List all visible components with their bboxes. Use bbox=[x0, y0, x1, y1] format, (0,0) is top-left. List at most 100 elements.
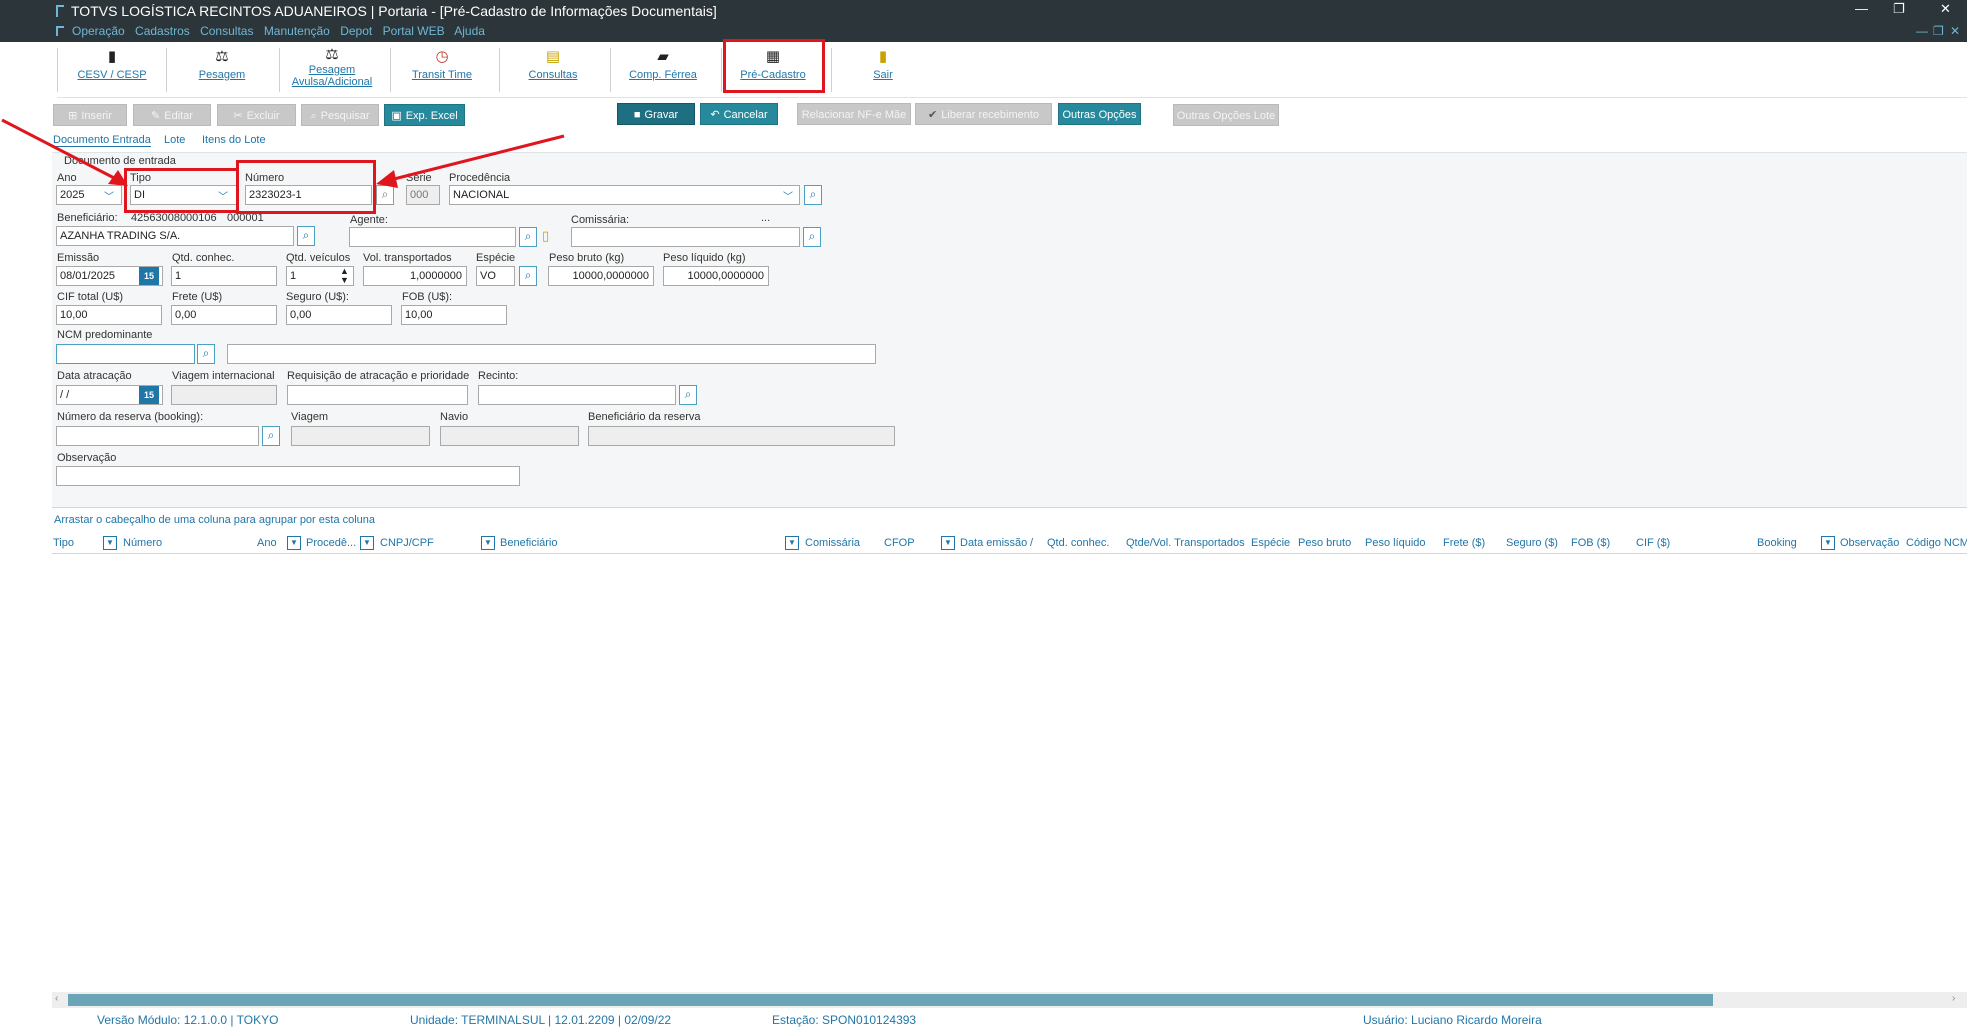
outras-opcoes-lote-button[interactable]: Outras Opções Lote bbox=[1173, 104, 1279, 126]
gravar-button[interactable]: ■ Gravar bbox=[617, 103, 695, 125]
peso-liquido-input[interactable]: 10000,0000000 bbox=[663, 266, 769, 286]
column-header[interactable]: Peso líquido bbox=[1365, 537, 1426, 549]
seguro-input[interactable]: 0,00 bbox=[286, 305, 392, 325]
calendar-icon[interactable]: 15 bbox=[139, 386, 159, 404]
menu-manutencao[interactable]: Manutenção bbox=[264, 24, 330, 38]
menu-portal-web[interactable]: Portal WEB bbox=[383, 24, 445, 38]
peso-bruto-input[interactable]: 10000,0000000 bbox=[548, 266, 654, 286]
scroll-right-icon[interactable]: › bbox=[1952, 993, 1955, 1004]
column-header[interactable]: Código NCM bbox=[1906, 537, 1967, 549]
column-header[interactable]: Número bbox=[123, 537, 162, 549]
outras-opcoes-button[interactable]: Outras Opções bbox=[1058, 103, 1141, 125]
benef-reserva-label: Beneficiário da reserva bbox=[588, 411, 701, 423]
navio-input[interactable] bbox=[440, 426, 579, 446]
menu-ajuda[interactable]: Ajuda bbox=[454, 24, 485, 38]
toolbar-transit-time[interactable]: ◷ Transit Time bbox=[396, 46, 488, 94]
excluir-button[interactable]: ✂ Excluir bbox=[217, 104, 296, 126]
requisicao-input[interactable] bbox=[287, 385, 468, 405]
calendar-icon[interactable]: 15 bbox=[139, 267, 159, 285]
recinto-input[interactable] bbox=[478, 385, 676, 405]
reserva-search-icon[interactable]: ⌕ bbox=[262, 426, 280, 446]
toolbar-comp-ferrea[interactable]: ▰ Comp. Férrea bbox=[615, 46, 711, 94]
editar-button[interactable]: ✎ Editar bbox=[133, 104, 211, 126]
ncm-search-icon[interactable]: ⌕ bbox=[197, 344, 215, 364]
toolbar-consultas[interactable]: ▤ Consultas bbox=[505, 46, 601, 94]
column-header[interactable]: Tipo bbox=[53, 537, 74, 549]
scrollbar-thumb[interactable] bbox=[68, 994, 1713, 1006]
column-header[interactable]: CIF ($) bbox=[1636, 537, 1670, 549]
filter-dropdown-icon[interactable]: ▼ bbox=[103, 536, 117, 550]
liberar-recebimento-button[interactable]: ✔ Liberar recebimento bbox=[915, 103, 1052, 125]
mdi-minimize-button[interactable]: — bbox=[1916, 24, 1928, 38]
menu-consultas[interactable]: Consultas bbox=[200, 24, 253, 38]
toolbar-pesagem[interactable]: ⚖ Pesagem bbox=[172, 46, 272, 94]
column-header[interactable]: Procedê... bbox=[306, 537, 356, 549]
close-button[interactable]: ✕ bbox=[1940, 1, 1951, 17]
pesquisar-button[interactable]: ⌕ Pesquisar bbox=[301, 104, 379, 126]
especie-input[interactable]: VO bbox=[476, 266, 515, 286]
viagem-label: Viagem bbox=[291, 411, 329, 423]
column-header[interactable]: Peso bruto bbox=[1298, 537, 1351, 549]
column-header[interactable]: Beneficiário bbox=[500, 537, 557, 549]
minimize-button[interactable]: — bbox=[1855, 1, 1868, 16]
new-document-icon[interactable]: ▯ bbox=[542, 228, 556, 246]
horizontal-scrollbar[interactable]: ‹ › bbox=[52, 992, 1967, 1008]
column-header[interactable]: Seguro ($) bbox=[1506, 537, 1558, 549]
frete-input[interactable]: 0,00 bbox=[171, 305, 277, 325]
restore-button[interactable]: ❐ bbox=[1893, 1, 1905, 17]
column-header[interactable]: FOB ($) bbox=[1571, 537, 1610, 549]
cif-total-input[interactable]: 10,00 bbox=[56, 305, 162, 325]
benef-reserva-input[interactable] bbox=[588, 426, 895, 446]
relacionar-nfe-button[interactable]: Relacionar NF-e Mãe bbox=[797, 103, 911, 125]
viagem-input[interactable] bbox=[291, 426, 430, 446]
filter-dropdown-icon[interactable]: ▼ bbox=[941, 536, 955, 550]
ncm-description-input[interactable] bbox=[227, 344, 876, 364]
column-header[interactable]: Observação bbox=[1840, 537, 1899, 549]
fob-input[interactable]: 10,00 bbox=[401, 305, 507, 325]
cancelar-button[interactable]: ↶ Cancelar bbox=[700, 103, 778, 125]
comissaria-input[interactable] bbox=[571, 227, 800, 247]
especie-search-icon[interactable]: ⌕ bbox=[519, 266, 537, 286]
agente-search-icon[interactable]: ⌕ bbox=[519, 227, 537, 247]
column-header[interactable]: Frete ($) bbox=[1443, 537, 1485, 549]
exp-excel-button[interactable]: ▣ Exp. Excel bbox=[384, 104, 465, 126]
comissaria-search-icon[interactable]: ⌕ bbox=[803, 227, 821, 247]
filter-dropdown-icon[interactable]: ▼ bbox=[360, 536, 374, 550]
agente-input[interactable] bbox=[349, 227, 516, 247]
menu-depot[interactable]: Depot bbox=[340, 24, 372, 38]
qtd-conhec-input[interactable]: 1 bbox=[171, 266, 277, 286]
menu-cadastros[interactable]: Cadastros bbox=[135, 24, 190, 38]
column-header[interactable]: Espécie bbox=[1251, 537, 1290, 549]
procedencia-search-icon[interactable]: ⌕ bbox=[804, 185, 822, 205]
column-header[interactable]: Ano bbox=[257, 537, 277, 549]
beneficiario-input[interactable]: AZANHA TRADING S/A. bbox=[56, 226, 294, 246]
vol-transportados-input[interactable]: 1,0000000 bbox=[363, 266, 467, 286]
filter-dropdown-icon[interactable]: ▼ bbox=[785, 536, 799, 550]
menu-operacao[interactable]: Operação bbox=[72, 24, 125, 38]
observacao-input[interactable] bbox=[56, 466, 520, 486]
column-header[interactable]: CNPJ/CPF bbox=[380, 537, 434, 549]
mdi-restore-button[interactable]: ❐ bbox=[1933, 24, 1944, 38]
toolbar-sair[interactable]: ▮ Sair bbox=[837, 46, 929, 94]
tab-lote[interactable]: Lote bbox=[164, 134, 185, 146]
toolbar-cesv-cesp[interactable]: ▮ CESV / CESP bbox=[62, 46, 162, 94]
tab-itens-do-lote[interactable]: Itens do Lote bbox=[202, 134, 266, 146]
column-header[interactable]: Data emissão bbox=[960, 537, 1027, 549]
reserva-input[interactable] bbox=[56, 426, 259, 446]
column-header[interactable]: Comissária bbox=[805, 537, 860, 549]
viagem-internacional-input[interactable] bbox=[171, 385, 277, 405]
scroll-left-icon[interactable]: ‹ bbox=[55, 993, 58, 1004]
ncm-input[interactable] bbox=[56, 344, 195, 364]
mdi-close-button[interactable]: ✕ bbox=[1950, 24, 1960, 38]
filter-dropdown-icon[interactable]: ▼ bbox=[481, 536, 495, 550]
spinner-icon[interactable]: ▲ ▼ bbox=[337, 267, 352, 285]
column-header[interactable]: Qtd. conhec. bbox=[1047, 537, 1109, 549]
column-header[interactable]: Qtde/Vol. Transportados bbox=[1126, 537, 1245, 549]
toolbar-pesagem-avulsa[interactable]: ⚖ Pesagem Avulsa/Adicional bbox=[284, 44, 380, 92]
recinto-search-icon[interactable]: ⌕ bbox=[679, 385, 697, 405]
filter-dropdown-icon[interactable]: ▼ bbox=[287, 536, 301, 550]
beneficiario-search-icon[interactable]: ⌕ bbox=[297, 226, 315, 246]
column-header[interactable]: CFOP bbox=[884, 537, 915, 549]
filter-dropdown-icon[interactable]: ▼ bbox=[1821, 536, 1835, 550]
column-header[interactable]: Booking bbox=[1757, 537, 1797, 549]
